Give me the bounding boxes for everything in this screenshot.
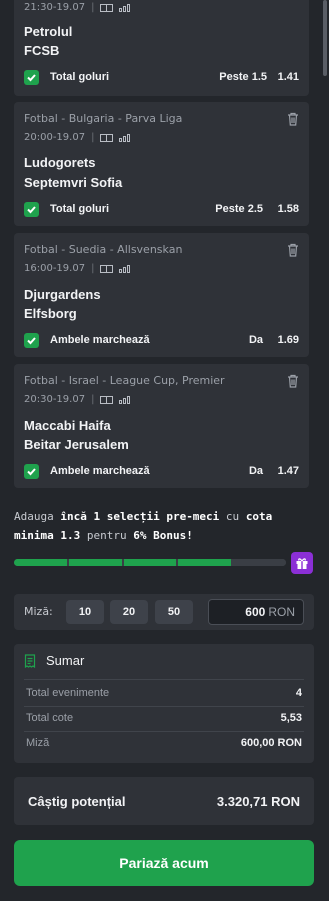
- betslip-panel: 21:30-19.07 | Petrolul FCSB Total goluri…: [0, 0, 329, 901]
- check-icon: [27, 206, 36, 214]
- odd-value: 1.58: [277, 203, 299, 215]
- progress-segment: [233, 559, 286, 566]
- progress-segment: [68, 559, 122, 566]
- divider: [24, 679, 304, 680]
- event-time: 20:30-19.07: [24, 394, 86, 405]
- selection-checkbox[interactable]: [24, 70, 39, 85]
- bonus-message: Adauga încă 1 selecții pre-meci cu cota …: [14, 510, 273, 542]
- quick-stake-20-button[interactable]: 20: [110, 600, 148, 624]
- progress-segment: [14, 559, 67, 566]
- summary-header: Sumar: [24, 653, 84, 668]
- event-time: 21:30-19.07: [24, 2, 86, 13]
- potential-winnings-label: Câștig potențial: [28, 793, 126, 809]
- scrollbar[interactable]: [323, 0, 327, 76]
- odd-value: 1.69: [277, 334, 299, 346]
- away-team: Septemvri Sofia: [24, 175, 123, 190]
- home-team: Ludogorets: [24, 155, 96, 170]
- event-time: 16:00-19.07: [24, 263, 86, 274]
- divider: [24, 731, 304, 732]
- pick-name: Peste 2.5: [215, 203, 263, 215]
- stats-icon[interactable]: [119, 264, 131, 273]
- receipt-icon: [24, 653, 36, 668]
- stake-label: Miză:: [24, 605, 53, 618]
- trash-icon[interactable]: [287, 243, 299, 257]
- market-name: Total goluri: [50, 203, 110, 215]
- market-name: Ambele marchează: [50, 465, 150, 477]
- quick-stake-50-button[interactable]: 50: [155, 600, 193, 624]
- summary-panel: Sumar Total evenimente 4 Total cote 5,53…: [14, 644, 314, 763]
- bonus-gift-button[interactable]: [291, 552, 313, 574]
- trash-icon[interactable]: [287, 112, 299, 126]
- away-team: FCSB: [24, 43, 60, 58]
- home-team: Djurgardens: [24, 287, 101, 302]
- selection-card: Fotbal - Suedia - Allsvenskan 16:00-19.0…: [14, 233, 309, 357]
- league-name: Fotbal - Bulgaria - Parva Liga: [24, 112, 183, 125]
- stats-icon[interactable]: [119, 395, 131, 404]
- away-team: Elfsborg: [24, 306, 77, 321]
- odd-value: 1.47: [277, 465, 299, 477]
- field-icon[interactable]: [100, 133, 114, 142]
- selection-card: 21:30-19.07 | Petrolul FCSB Total goluri…: [14, 0, 309, 96]
- odd-value: 1.41: [277, 71, 299, 83]
- selection-card: Fotbal - Bulgaria - Parva Liga 20:00-19.…: [14, 102, 309, 226]
- pick-name: Peste 1.5: [219, 71, 267, 83]
- stake-value: 600: [245, 605, 266, 619]
- event-time-row: 21:30-19.07 |: [24, 2, 131, 13]
- progress-segment: [123, 559, 177, 566]
- potential-winnings-value: 3.320,71 RON: [216, 793, 300, 809]
- event-time-row: 20:00-19.07 |: [24, 132, 131, 143]
- away-team: Beitar Jerusalem: [24, 437, 129, 452]
- check-icon: [27, 74, 36, 82]
- selection-checkbox[interactable]: [24, 202, 39, 217]
- summary-row-events: Total evenimente 4: [26, 687, 302, 699]
- field-icon[interactable]: [100, 3, 114, 12]
- summary-row-stake: Miză 600,00 RON: [26, 737, 302, 749]
- market-name: Ambele marchează: [50, 334, 150, 346]
- stats-icon[interactable]: [119, 133, 131, 142]
- home-team: Petrolul: [24, 24, 73, 39]
- selection-checkbox[interactable]: [24, 464, 39, 479]
- gift-icon: [296, 558, 308, 569]
- bonus-progress-bar: [14, 559, 286, 566]
- market-name: Total goluri: [50, 71, 110, 83]
- progress-segment: [178, 559, 232, 566]
- league-name: Fotbal - Israel - League Cup, Premier: [24, 374, 225, 387]
- league-name: Fotbal - Suedia - Allsvenskan: [24, 243, 183, 256]
- selection-checkbox[interactable]: [24, 333, 39, 348]
- event-time-row: 20:30-19.07 |: [24, 394, 131, 405]
- home-team: Maccabi Haifa: [24, 418, 111, 433]
- event-time-row: 16:00-19.07 |: [24, 263, 131, 274]
- potential-winnings: Câștig potențial 3.320,71 RON: [14, 777, 314, 825]
- stake-input[interactable]: 600 RON: [208, 599, 304, 625]
- stats-icon[interactable]: [119, 3, 131, 12]
- check-icon: [27, 468, 36, 476]
- pick-name: Da: [248, 334, 263, 346]
- place-bet-button[interactable]: Pariază acum: [14, 840, 314, 886]
- event-time: 20:00-19.07: [24, 132, 86, 143]
- quick-stake-10-button[interactable]: 10: [66, 600, 104, 624]
- pick-name: Da: [248, 465, 263, 477]
- summary-title: Sumar: [46, 653, 85, 668]
- trash-icon[interactable]: [287, 374, 299, 388]
- field-icon[interactable]: [100, 264, 114, 273]
- stake-row: Miză: 10 20 50 600 RON: [14, 594, 314, 630]
- field-icon[interactable]: [100, 395, 114, 404]
- selection-card: Fotbal - Israel - League Cup, Premier 20…: [14, 364, 309, 488]
- stake-currency: RON: [268, 605, 295, 619]
- check-icon: [27, 337, 36, 345]
- divider: [24, 706, 304, 707]
- summary-row-odds: Total cote 5,53: [26, 712, 302, 724]
